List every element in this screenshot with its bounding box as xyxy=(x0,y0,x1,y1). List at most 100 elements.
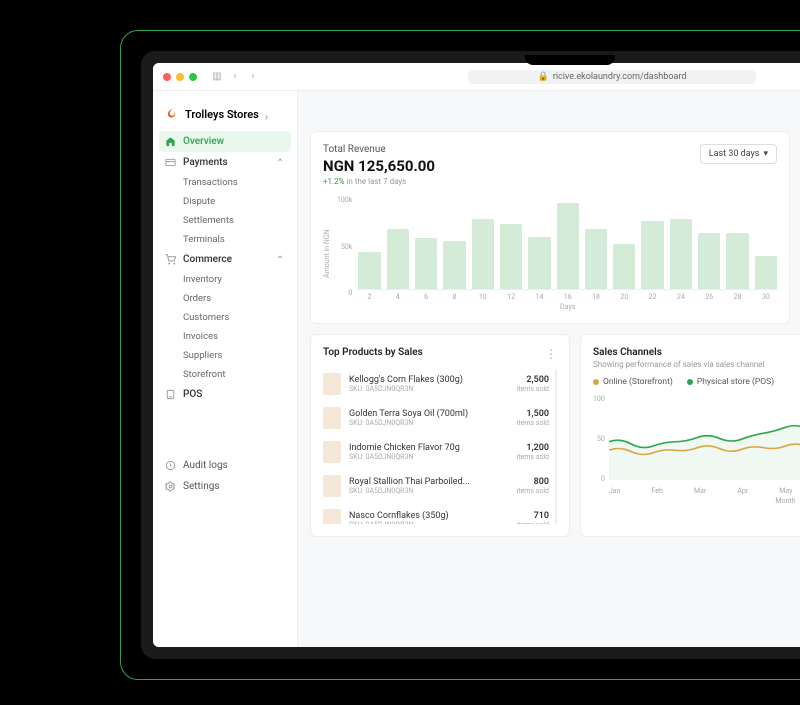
line-chart-svg xyxy=(609,395,800,480)
nav-label: Settings xyxy=(183,481,220,492)
x-tick: 26 xyxy=(698,293,720,301)
browser-chrome: ▥ ‹ › 🔒 ricive.ekolaundry.com/dashboard … xyxy=(153,63,800,91)
chart-bar xyxy=(641,221,663,289)
y-tick: 100 xyxy=(593,395,605,403)
forward-icon[interactable]: › xyxy=(247,71,259,83)
product-thumb xyxy=(323,509,341,524)
nav-customers[interactable]: Customers xyxy=(153,308,297,327)
selector-label: Last 30 days xyxy=(709,149,760,159)
legend-label: Online (Storefront) xyxy=(603,377,673,387)
nav-storefront[interactable]: Storefront xyxy=(153,365,297,384)
product-row[interactable]: Nasco Cornflakes (350g)SKU: 0A5DJN0QR3N7… xyxy=(323,505,549,524)
y-tick: 50 xyxy=(593,435,605,443)
product-thumb xyxy=(323,407,341,429)
workspace-name: Trolleys Stores xyxy=(185,108,259,121)
product-qty: 2,500 xyxy=(517,375,549,385)
chart-bar xyxy=(613,244,635,289)
chart-bar xyxy=(387,229,409,289)
x-tick: 2 xyxy=(358,293,380,301)
product-unit: items sold xyxy=(517,385,549,393)
laptop-bezel: ▥ ‹ › 🔒 ricive.ekolaundry.com/dashboard … xyxy=(141,51,800,659)
chart-bar xyxy=(755,256,777,289)
nav-payments[interactable]: Payments ⌃ xyxy=(153,152,297,173)
nav-suppliers[interactable]: Suppliers xyxy=(153,346,297,365)
product-row[interactable]: Indomie Chicken Flavor 70gSKU: 0A5DJN0QR… xyxy=(323,437,549,467)
gear-icon xyxy=(165,481,176,492)
x-tick: 8 xyxy=(443,293,465,301)
x-tick: 28 xyxy=(726,293,748,301)
nav-label: POS xyxy=(183,389,202,400)
nav-settlements[interactable]: Settlements xyxy=(153,211,297,230)
close-window-icon[interactable] xyxy=(163,73,171,81)
period-selector[interactable]: Last 30 days ▾ xyxy=(700,144,777,164)
revenue-chart: Amount in NGN 100k 50k 0 246810121416182… xyxy=(323,196,777,311)
top-products-card: Top Products by Sales ⋮ Kellogg's Corn F… xyxy=(310,334,570,537)
back-icon[interactable]: ‹ xyxy=(229,71,241,83)
product-unit: items sold xyxy=(517,453,549,461)
product-thumb xyxy=(323,373,341,395)
sidebar: Trolleys Stores › Overview Payments ⌃ Tr… xyxy=(153,91,298,647)
nav-label: Payments xyxy=(183,157,228,168)
legend-item: Physical store (POS) xyxy=(687,377,774,387)
nav-inventory[interactable]: Inventory xyxy=(153,270,297,289)
x-tick: Jan xyxy=(609,487,621,495)
more-icon[interactable]: ⋮ xyxy=(545,347,557,361)
revenue-card: Total Revenue NGN 125,650.00 +1.2% in th… xyxy=(310,131,790,324)
product-qty: 1,200 xyxy=(517,443,549,453)
nav-pos[interactable]: POS xyxy=(153,384,297,405)
home-icon xyxy=(165,136,176,147)
chevron-right-icon: › xyxy=(265,110,274,119)
chart-bar xyxy=(443,241,465,289)
nav-transactions[interactable]: Transactions xyxy=(153,173,297,192)
nav-commerce[interactable]: Commerce ⌃ xyxy=(153,249,297,270)
chevron-down-icon: ▾ xyxy=(763,149,768,159)
workspace-switcher[interactable]: Trolleys Stores › xyxy=(153,101,297,131)
product-unit: items sold xyxy=(517,521,549,524)
nav-settings[interactable]: Settings xyxy=(153,476,297,497)
product-qty: 800 xyxy=(517,477,549,487)
nav-invoices[interactable]: Invoices xyxy=(153,327,297,346)
x-tick: 10 xyxy=(472,293,494,301)
sidebar-toggle-icon[interactable]: ▥ xyxy=(211,71,223,83)
product-qty: 1,500 xyxy=(517,409,549,419)
product-sku: SKU: 0A5DJN0QR3N xyxy=(349,487,509,495)
nav-dispute[interactable]: Dispute xyxy=(153,192,297,211)
nav-orders[interactable]: Orders xyxy=(153,289,297,308)
chevron-up-icon: ⌃ xyxy=(276,255,285,264)
x-tick: 12 xyxy=(500,293,522,301)
maximize-window-icon[interactable] xyxy=(189,73,197,81)
x-tick: 16 xyxy=(557,293,579,301)
x-tick: May xyxy=(779,487,792,495)
nav-overview[interactable]: Overview xyxy=(159,131,291,152)
nav-label: Audit logs xyxy=(183,460,228,471)
window-controls[interactable] xyxy=(163,73,197,81)
nav-audit-logs[interactable]: Audit logs xyxy=(153,455,297,476)
x-tick: 4 xyxy=(387,293,409,301)
x-tick: 6 xyxy=(415,293,437,301)
x-axis-label: Month xyxy=(609,497,800,505)
delta: +1.2% xyxy=(323,177,345,186)
x-tick: 18 xyxy=(585,293,607,301)
product-row[interactable]: Royal Stallion Thai Parboiled...SKU: 0A5… xyxy=(323,471,549,501)
y-tick: 0 xyxy=(337,289,352,297)
chart-bar xyxy=(415,238,437,289)
legend-dot xyxy=(687,379,693,385)
main-content: Total Revenue NGN 125,650.00 +1.2% in th… xyxy=(298,91,800,647)
chart-bar xyxy=(557,203,579,289)
product-row[interactable]: Golden Terra Soya Oil (700ml)SKU: 0A5DJN… xyxy=(323,403,549,433)
nav-terminals[interactable]: Terminals xyxy=(153,230,297,249)
card-title: Total Revenue xyxy=(323,144,435,155)
product-name: Golden Terra Soya Oil (700ml) xyxy=(349,409,509,419)
product-name: Indomie Chicken Flavor 70g xyxy=(349,443,509,453)
legend-label: Physical store (POS) xyxy=(697,377,774,387)
address-bar[interactable]: 🔒 ricive.ekolaundry.com/dashboard xyxy=(265,70,800,84)
product-sku: SKU: 0A5DJN0QR3N xyxy=(349,419,509,427)
product-thumb xyxy=(323,441,341,463)
chart-bar xyxy=(500,224,522,289)
product-name: Kellogg's Corn Flakes (300g) xyxy=(349,375,509,385)
y-axis-label: Amount in NGN xyxy=(323,196,331,311)
lock-icon: 🔒 xyxy=(538,72,549,82)
minimize-window-icon[interactable] xyxy=(176,73,184,81)
product-row[interactable]: Kellogg's Corn Flakes (300g)SKU: 0A5DJN0… xyxy=(323,369,549,399)
y-tick: 100k xyxy=(337,196,352,204)
